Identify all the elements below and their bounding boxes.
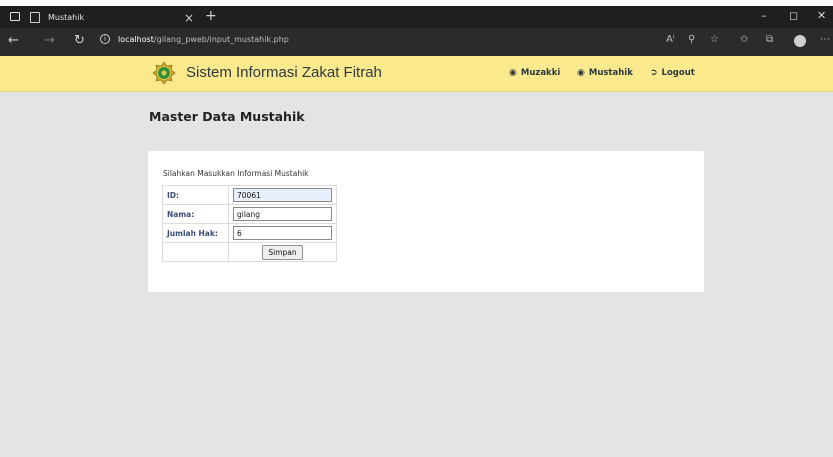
collections-icon[interactable]: ⧉ xyxy=(766,34,773,45)
page-icon xyxy=(30,12,40,23)
read-aloud-icon[interactable]: Aⁱ xyxy=(666,34,675,45)
brand-title[interactable]: Sistem Informasi Zakat Fitrah xyxy=(186,64,382,81)
nav-mustahik-label: Mustahik xyxy=(588,68,633,78)
logout-icon: ➲ xyxy=(650,68,658,78)
user-circle-icon: ◉ xyxy=(577,68,585,78)
url-host: localhost xyxy=(118,34,154,44)
restore-icon[interactable]: ◻ xyxy=(789,9,798,22)
info-icon[interactable]: i xyxy=(100,34,110,44)
more-icon[interactable]: ⋯ xyxy=(820,34,830,45)
form-row-submit: Simpan xyxy=(162,242,337,262)
form-card: Silahkan Masukkan Informasi Mustahik ID:… xyxy=(148,151,704,292)
nav-logout[interactable]: ➲ Logout xyxy=(650,68,695,78)
url-field[interactable]: i localhost/gilang_pweb/input_mustahik.p… xyxy=(100,34,289,44)
browser-tab[interactable]: Mustahik × xyxy=(30,7,200,28)
form-row-jumlah-hak: Jumlah Hak: xyxy=(162,223,337,243)
logo-icon xyxy=(152,61,176,85)
new-tab-button[interactable]: + xyxy=(205,8,217,24)
add-favorite-icon[interactable]: ☆ xyxy=(710,34,719,45)
form-row-nama: Nama: xyxy=(162,204,337,224)
tab-actions-icon[interactable] xyxy=(10,12,20,21)
nav-muzakki[interactable]: ◉ Muzakki xyxy=(509,68,560,78)
id-field[interactable] xyxy=(233,188,332,202)
user-circle-icon: ◉ xyxy=(509,68,517,78)
id-label: ID: xyxy=(162,185,229,205)
mustahik-form: ID: Nama: Jumlah Hak: Simpa xyxy=(162,185,337,262)
jumlah-hak-label: Jumlah Hak: xyxy=(162,223,229,243)
form-row-id: ID: xyxy=(162,185,337,205)
page-body: Sistem Informasi Zakat Fitrah ◉ Muzakki … xyxy=(0,56,833,457)
zoom-icon[interactable]: ⚲ xyxy=(688,34,695,45)
jumlah-hak-field[interactable] xyxy=(233,226,332,240)
url-path: /gilang_pweb/input_mustahik.php xyxy=(153,34,289,44)
top-navbar: Sistem Informasi Zakat Fitrah ◉ Muzakki … xyxy=(0,56,833,92)
tab-close-icon[interactable]: × xyxy=(184,11,194,25)
nav-muzakki-label: Muzakki xyxy=(520,68,561,78)
tab-title: Mustahik xyxy=(48,13,85,22)
page-title: Master Data Mustahik xyxy=(149,109,305,124)
favorites-icon[interactable]: ✩ xyxy=(740,34,748,45)
simpan-button[interactable]: Simpan xyxy=(262,244,303,260)
browser-tab-bar: Mustahik × + – ◻ ✕ xyxy=(0,0,833,28)
refresh-icon[interactable]: ↻ xyxy=(74,33,85,48)
nav-logout-label: Logout xyxy=(661,68,695,78)
nav-mustahik[interactable]: ◉ Mustahik xyxy=(577,68,633,78)
minimize-icon[interactable]: – xyxy=(761,9,767,22)
back-icon[interactable]: ← xyxy=(8,33,19,48)
forward-icon[interactable]: → xyxy=(44,33,55,48)
form-intro: Silahkan Masukkan Informasi Mustahik xyxy=(163,169,309,178)
close-icon[interactable]: ✕ xyxy=(817,9,826,22)
browser-address-bar: ← → ↻ i localhost/gilang_pweb/input_must… xyxy=(0,28,833,56)
nama-field[interactable] xyxy=(233,207,332,221)
profile-icon[interactable] xyxy=(794,35,806,47)
nama-label: Nama: xyxy=(162,204,229,224)
